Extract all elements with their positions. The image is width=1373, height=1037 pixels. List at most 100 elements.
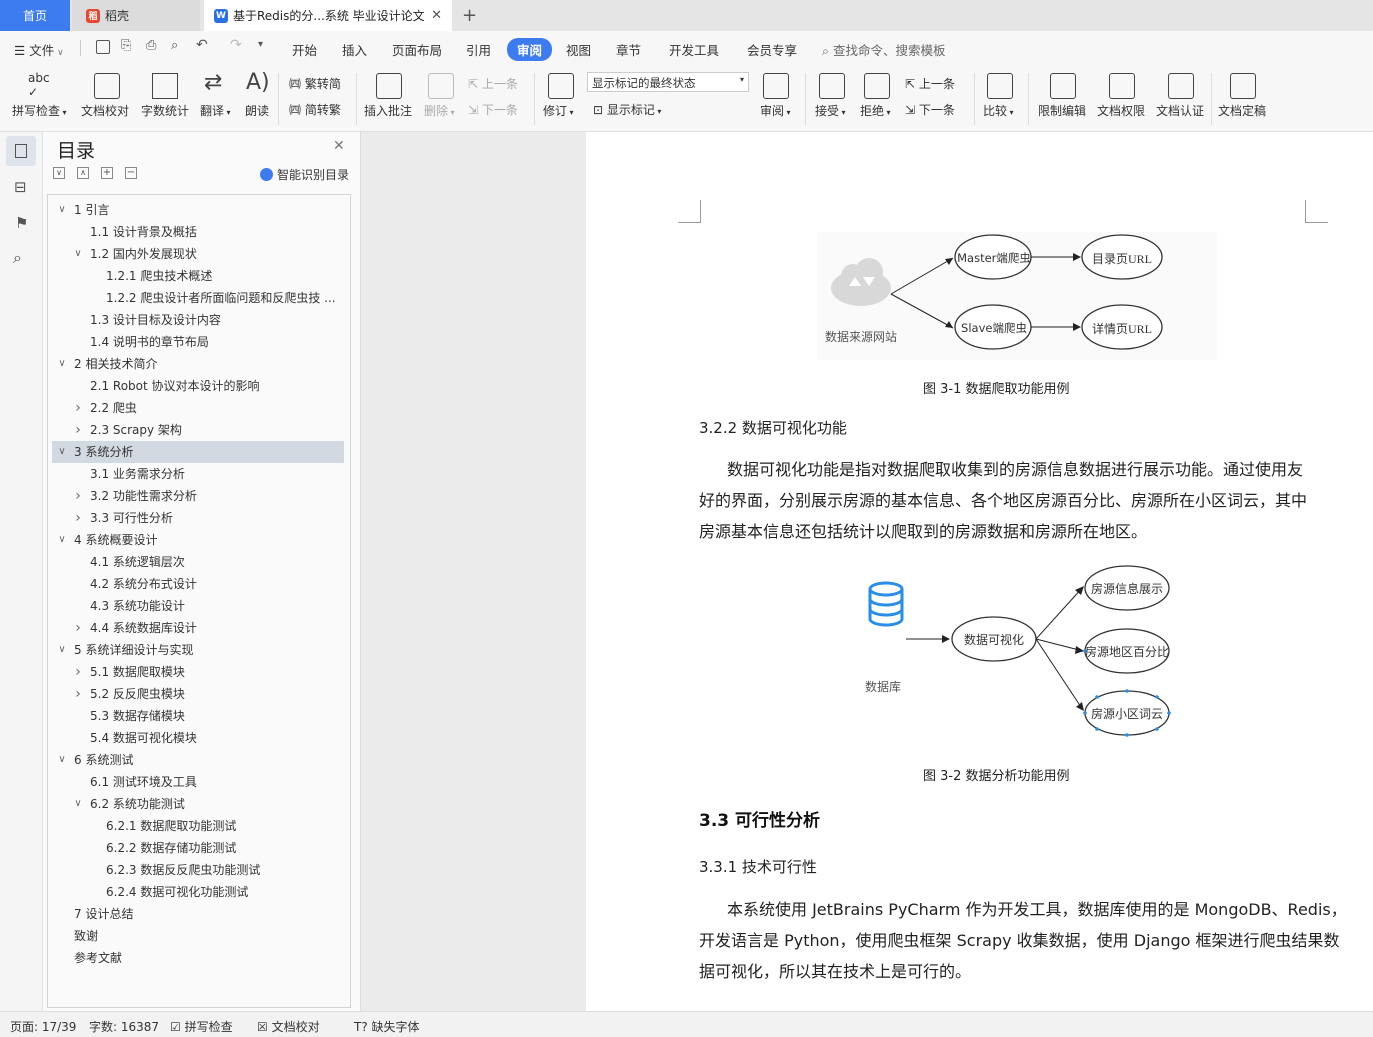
toc-item[interactable]: ∨ 4 系统概要设计 xyxy=(52,529,344,551)
markup-state-select[interactable]: 显示标记的最终状态 ▾ xyxy=(587,72,749,92)
chevron-right-icon[interactable]: › xyxy=(72,485,84,507)
toc-item[interactable]: 6.1 测试环境及工具 xyxy=(52,771,344,793)
smart-toc-button[interactable]: 智能识别目录 xyxy=(260,166,349,183)
document-certify-button[interactable]: 文档认证 xyxy=(1156,102,1204,119)
next-comment-button[interactable]: ⇲ 下一条 xyxy=(468,101,518,118)
toc-item[interactable]: 6.2.1 数据爬取功能测试 xyxy=(52,815,344,837)
chevron-down-icon[interactable]: ∨ xyxy=(56,749,68,771)
chevron-right-icon[interactable]: › xyxy=(72,661,84,683)
toc-item[interactable]: › 3.3 可行性分析 xyxy=(52,507,344,529)
close-tab-icon[interactable]: ✕ xyxy=(431,8,442,23)
command-search[interactable]: ⌕ 查找命令、搜索模板 xyxy=(822,40,946,59)
collapse-level-icon[interactable]: ∨ xyxy=(53,167,65,179)
status-spell-check[interactable]: ☑ 拼写检查 xyxy=(170,1018,233,1035)
tab-daoke[interactable]: 稻 稻壳 xyxy=(72,0,200,31)
expand-level-icon[interactable]: ∧ xyxy=(77,167,89,179)
prev-comment-button[interactable]: ⇱ 上一条 xyxy=(468,75,518,92)
redo-icon[interactable]: ↷ xyxy=(230,37,242,53)
toc-item[interactable]: 6.2.2 数据存储功能测试 xyxy=(52,837,344,859)
spell-check-button[interactable]: 拼写检查 ▾ xyxy=(12,102,67,119)
chevron-down-icon[interactable]: ∨ xyxy=(56,441,68,463)
add-heading-icon[interactable]: + xyxy=(101,167,113,179)
document-page[interactable]: 数据来源网站 Master端爬虫 Slave端爬虫 目录页URL 详情页URL … xyxy=(587,132,1373,1011)
track-changes-button[interactable]: 修订 ▾ xyxy=(543,102,574,119)
remove-heading-icon[interactable]: − xyxy=(125,167,137,179)
toc-item[interactable]: ∨ 5 系统详细设计与实现 xyxy=(52,639,344,661)
bookmark-icon[interactable]: ⚑ xyxy=(15,214,28,232)
undo-icon[interactable]: ↶ xyxy=(196,37,208,53)
document-permission-button[interactable]: 文档权限 xyxy=(1097,102,1145,119)
chevron-down-icon[interactable]: ∨ xyxy=(56,529,68,551)
close-icon[interactable]: ✕ xyxy=(333,138,345,154)
toc-item[interactable]: › 5.2 反反爬虫模块 xyxy=(52,683,344,705)
prev-change-button[interactable]: ⇱ 上一条 xyxy=(905,75,955,92)
toc-item[interactable]: 致谢 xyxy=(52,925,344,947)
document-proof-button[interactable]: 文档校对 xyxy=(81,102,129,119)
chapter-nav-icon[interactable]: ⊟ xyxy=(14,178,27,196)
menu-section[interactable]: 章节 xyxy=(616,40,641,59)
toc-item[interactable]: ∨ 6 系统测试 xyxy=(52,749,344,771)
toc-item[interactable]: › 4.4 系统数据库设计 xyxy=(52,617,344,639)
find-icon[interactable]: ⌕ xyxy=(13,248,22,268)
read-aloud-button[interactable]: 朗读 xyxy=(245,102,269,119)
save-icon[interactable] xyxy=(96,40,110,54)
toc-item[interactable]: 2.1 Robot 协议对本设计的影响 xyxy=(52,375,344,397)
delete-comment-button[interactable]: 删除 ▾ xyxy=(424,102,455,119)
toc-item[interactable]: 1.4 说明书的章节布局 xyxy=(52,331,344,353)
toc-item[interactable]: 7 设计总结 xyxy=(52,903,344,925)
toc-item[interactable]: 4.3 系统功能设计 xyxy=(52,595,344,617)
chevron-right-icon[interactable]: › xyxy=(72,419,84,441)
toc-item[interactable]: 4.2 系统分布式设计 xyxy=(52,573,344,595)
chevron-down-icon[interactable]: ∨ xyxy=(56,353,68,375)
chevron-right-icon[interactable]: › xyxy=(72,507,84,529)
toc-item[interactable]: 4.1 系统逻辑层次 xyxy=(52,551,344,573)
print-preview-icon[interactable]: ⌕ xyxy=(171,38,178,53)
menu-reference[interactable]: 引用 xyxy=(466,40,491,59)
trad-to-simp-button[interactable]: ㈣ 繁转简 xyxy=(289,75,341,92)
toc-item[interactable]: 6.2.4 数据可视化功能测试 xyxy=(52,881,344,903)
toc-item[interactable]: 3.1 业务需求分析 xyxy=(52,463,344,485)
review-pane-button[interactable]: 审阅 ▾ xyxy=(760,102,791,119)
toc-item[interactable]: › 2.2 爬虫 xyxy=(52,397,344,419)
toc-item[interactable]: 5.3 数据存储模块 xyxy=(52,705,344,727)
word-count-button[interactable]: 字数统计 xyxy=(141,102,189,119)
quick-access-dropdown-icon[interactable]: ▾ xyxy=(258,39,263,50)
toc-item[interactable]: › 2.3 Scrapy 架构 xyxy=(52,419,344,441)
menu-view[interactable]: 视图 xyxy=(566,40,591,59)
next-change-button[interactable]: ⇲ 下一条 xyxy=(905,101,955,118)
chevron-down-icon[interactable]: ∨ xyxy=(56,199,68,221)
chevron-right-icon[interactable]: › xyxy=(72,683,84,705)
tab-home[interactable]: 首页 xyxy=(0,0,70,31)
menu-member[interactable]: 会员专享 xyxy=(747,40,797,59)
simp-to-trad-button[interactable]: ㈣ 简转繁 xyxy=(289,101,341,118)
file-menu[interactable]: ☰ 文件 ∨ xyxy=(14,40,64,59)
translate-button[interactable]: 翻译 ▾ xyxy=(200,102,231,119)
new-tab-button[interactable]: + xyxy=(462,0,482,31)
accept-button[interactable]: 接受 ▾ xyxy=(815,102,846,119)
chevron-down-icon[interactable]: ∨ xyxy=(56,639,68,661)
toc-item[interactable]: 参考文献 xyxy=(52,947,344,969)
insert-comment-button[interactable]: 插入批注 xyxy=(364,102,412,119)
toc-item[interactable]: 5.4 数据可视化模块 xyxy=(52,727,344,749)
toc-item[interactable]: 6.2.3 数据反反爬虫功能测试 xyxy=(52,859,344,881)
restrict-edit-button[interactable]: 限制编辑 xyxy=(1038,102,1086,119)
chevron-down-icon[interactable]: ∨ xyxy=(72,243,84,265)
compare-button[interactable]: 比较 ▾ xyxy=(983,102,1014,119)
toc-item[interactable]: ∨ 1 引言 xyxy=(52,199,344,221)
toc-item[interactable]: 1.2.1 爬虫技术概述 xyxy=(52,265,344,287)
export-icon[interactable]: ⎘ xyxy=(121,38,131,53)
toc-pane-button[interactable] xyxy=(6,136,36,166)
menu-insert[interactable]: 插入 xyxy=(342,40,367,59)
menu-developer[interactable]: 开发工具 xyxy=(669,40,719,59)
menu-review-active[interactable]: 审阅 xyxy=(507,38,553,61)
menu-page-layout[interactable]: 页面布局 xyxy=(392,40,442,59)
status-proof[interactable]: ☒ 文档校对 xyxy=(257,1018,320,1035)
chevron-down-icon[interactable]: ∨ xyxy=(72,793,84,815)
toc-item[interactable]: › 5.1 数据爬取模块 xyxy=(52,661,344,683)
chevron-right-icon[interactable]: › xyxy=(72,617,84,639)
toc-item[interactable]: ∨ 3 系统分析 xyxy=(52,441,344,463)
status-missing-font[interactable]: T? 缺失字体 xyxy=(354,1018,420,1035)
tab-document[interactable]: W 基于Redis的分...系统 毕业设计论文 ✕ xyxy=(204,0,452,31)
toc-item[interactable]: › 3.2 功能性需求分析 xyxy=(52,485,344,507)
chevron-right-icon[interactable]: › xyxy=(72,397,84,419)
